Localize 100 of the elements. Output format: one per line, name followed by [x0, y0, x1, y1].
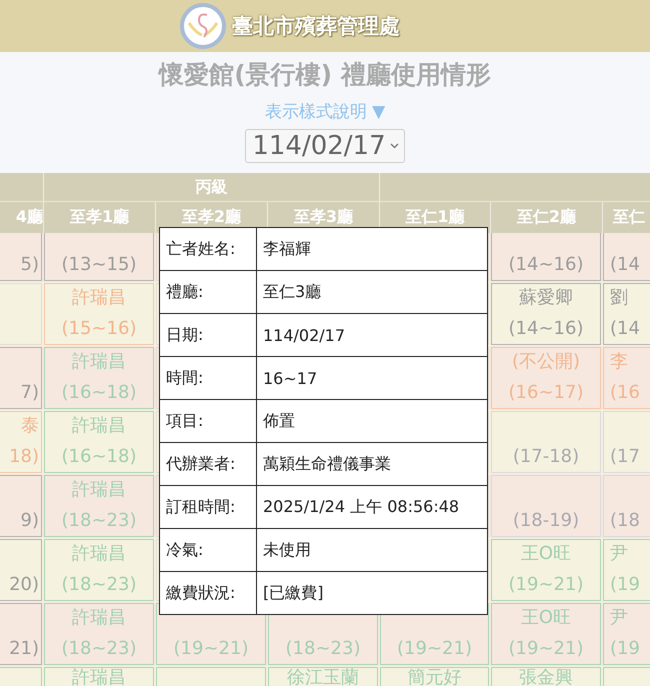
booking-cell[interactable]: 劉 (14 — [603, 283, 650, 345]
organization-name: 臺北市殯葬管理處 — [232, 13, 400, 40]
field-label: 亡者姓名: — [160, 228, 257, 270]
field-label: 時間: — [160, 357, 257, 399]
booking-name: 許瑞昌 — [72, 478, 126, 502]
booking-cell[interactable] — [603, 667, 650, 686]
booking-time: (18~23) — [62, 637, 136, 661]
booking-time: (16 — [610, 381, 640, 405]
booking-cell[interactable]: 蘇愛卿 (14~16) — [491, 283, 601, 345]
booking-name: 李 — [610, 350, 628, 374]
booking-cell[interactable]: 許瑞昌 (18~23) — [44, 603, 154, 665]
legend-link[interactable]: 表示樣式說明 ▼ — [264, 100, 386, 123]
booking-cell[interactable]: 20) — [0, 539, 42, 601]
booking-time: 7) — [20, 381, 39, 405]
booking-time: (16~17) — [508, 381, 584, 405]
chevron-down-icon — [390, 143, 399, 149]
booking-time: (19 — [610, 573, 640, 597]
booking-cell[interactable]: (14~16) — [491, 233, 601, 281]
booking-cell[interactable] — [0, 667, 42, 686]
field-value: 未使用 — [262, 538, 312, 560]
field-value: [已繳費] — [262, 582, 324, 604]
booking-time: 21) — [9, 637, 39, 661]
field-value: 16~17 — [262, 368, 318, 390]
booking-cell[interactable]: 李 (16 — [603, 347, 650, 409]
booking-cell[interactable]: (不公開) (16~17) — [491, 347, 601, 409]
booking-time: (17-18) — [512, 445, 580, 469]
booking-name: 泰 — [21, 414, 39, 438]
booking-cell[interactable]: 許瑞昌 (15~16) — [44, 283, 154, 345]
booking-cell[interactable]: 簡元好 — [380, 667, 489, 686]
logo-icon — [180, 3, 226, 49]
booking-cell[interactable]: (13~15) — [44, 233, 154, 281]
booking-time: (18-19) — [512, 509, 580, 533]
field-label: 冷氣: — [160, 529, 257, 571]
booking-time: (18~23) — [62, 509, 136, 533]
booking-name: 許瑞昌 — [72, 286, 126, 310]
field-value: 114/02/17 — [262, 324, 346, 346]
booking-name: 許瑞昌 — [72, 542, 126, 566]
field-value: 至仁3廳 — [262, 280, 322, 302]
booking-time: (18~23) — [286, 637, 360, 661]
field-value: 2025/1/24 上午 08:56:48 — [262, 496, 460, 518]
booking-cell[interactable]: 5) — [0, 233, 42, 281]
column-header: 4廳 — [14, 206, 43, 228]
booking-name: 許瑞昌 — [72, 606, 126, 630]
booking-cell[interactable]: (14 — [603, 233, 650, 281]
booking-cell[interactable]: 21) — [0, 603, 42, 665]
booking-cell[interactable]: 許瑞昌 (16~18) — [44, 411, 154, 473]
booking-time: (19~21) — [174, 637, 248, 661]
booking-cell[interactable]: 9) — [0, 475, 42, 537]
booking-cell[interactable]: 許瑞昌 — [44, 667, 154, 686]
booking-cell[interactable]: 尹 (19 — [603, 539, 650, 601]
booking-time: 9) — [20, 509, 39, 533]
date-select[interactable]: 114/02/17 — [245, 129, 405, 163]
field-label: 日期: — [160, 314, 257, 356]
field-value: 李福輝 — [262, 238, 312, 260]
booking-time: (14~16) — [508, 253, 584, 277]
booking-time: (14 — [610, 317, 640, 341]
field-label: 禮廳: — [160, 271, 257, 313]
booking-cell[interactable]: 王O旺 (19~21) — [491, 539, 601, 601]
booking-cell[interactable]: 尹 (19 — [603, 603, 650, 665]
booking-cell[interactable]: 7) — [0, 347, 42, 409]
booking-name: 王O旺 — [520, 542, 572, 566]
booking-time: (18 — [610, 509, 640, 533]
booking-cell[interactable]: (18 — [603, 475, 650, 537]
booking-cell[interactable]: (17-18) — [491, 411, 601, 473]
booking-name: 張金興 — [519, 668, 573, 686]
field-value: 萬穎生命禮儀事業 — [262, 452, 392, 474]
booking-time: (17 — [610, 445, 640, 469]
booking-name: 許瑞昌 — [72, 350, 126, 374]
booking-cell[interactable]: 王O旺 (19~21) — [491, 603, 601, 665]
booking-cell[interactable]: 許瑞昌 (18~23) — [44, 539, 154, 601]
booking-name: 許瑞昌 — [72, 668, 126, 686]
booking-name: 簡元好 — [408, 668, 462, 686]
booking-time: 20) — [9, 573, 39, 597]
booking-time: (19~21) — [508, 573, 584, 597]
booking-time: (18~23) — [62, 573, 136, 597]
booking-name: 劉 — [610, 286, 628, 310]
booking-name: 王O旺 — [520, 606, 572, 630]
booking-name: 尹 — [610, 542, 628, 566]
booking-name: 尹 — [610, 606, 628, 630]
booking-name: 徐江玉蘭 — [287, 668, 359, 686]
booking-time: (14~16) — [508, 317, 584, 341]
field-label: 項目: — [160, 400, 257, 442]
booking-cell[interactable]: (17 — [603, 411, 650, 473]
booking-cell[interactable]: 許瑞昌 (18~23) — [44, 475, 154, 537]
booking-cell[interactable] — [156, 667, 266, 686]
booking-cell[interactable]: (18-19) — [491, 475, 601, 537]
booking-name: 許瑞昌 — [72, 414, 126, 438]
field-label: 訂租時間: — [160, 486, 257, 528]
booking-name: (不公開) — [512, 350, 580, 374]
booking-time: (19~21) — [508, 637, 584, 661]
booking-cell[interactable]: 張金興 — [491, 667, 601, 686]
booking-time: (16~18) — [62, 381, 136, 405]
booking-time: (13~15) — [62, 253, 136, 277]
booking-time: (15~16) — [62, 317, 136, 341]
booking-cell[interactable]: 許瑞昌 (16~18) — [44, 347, 154, 409]
booking-cell[interactable]: 徐江玉蘭 — [268, 667, 378, 686]
booking-time: (16~18) — [62, 445, 136, 469]
booking-name: 蘇愛卿 — [519, 286, 573, 310]
booking-cell[interactable]: 泰 18) — [0, 411, 42, 473]
booking-time: (14 — [610, 253, 640, 277]
